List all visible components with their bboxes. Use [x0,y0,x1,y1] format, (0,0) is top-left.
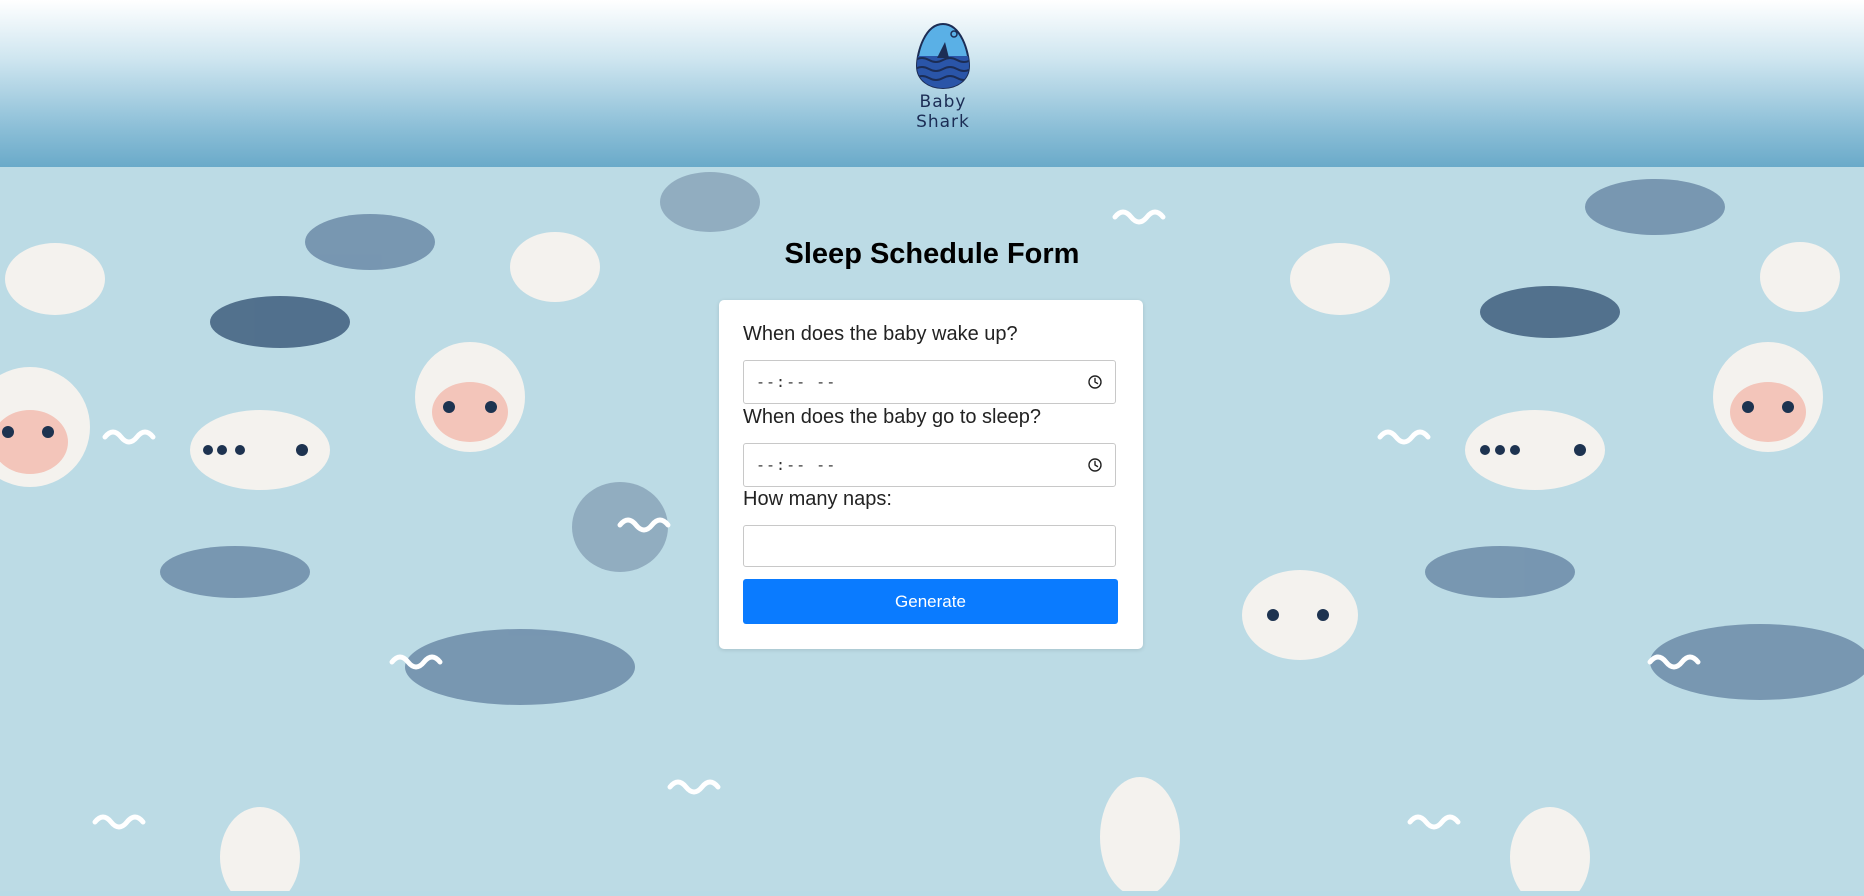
sleep-time-label: When does the baby go to sleep? [743,406,1041,428]
shark-egg-logo-icon [915,22,971,90]
naps-input[interactable] [743,525,1116,567]
sleep-schedule-form: When does the baby wake up? --:-- -- Whe… [719,300,1143,649]
sleep-time-value: --:-- -- [756,456,837,474]
wake-time-value: --:-- -- [756,373,837,391]
clock-icon[interactable] [1087,374,1103,390]
clock-icon[interactable] [1087,457,1103,473]
wake-time-label: When does the baby wake up? [743,323,1018,345]
form-title: Sleep Schedule Form [784,238,1080,270]
generate-button[interactable]: Generate [743,579,1118,624]
header: Baby Shark [0,0,1864,167]
naps-label: How many naps: [743,488,892,510]
logo-text: Baby Shark [916,92,970,132]
wake-time-input[interactable]: --:-- -- [743,360,1116,404]
sleep-time-input[interactable]: --:-- -- [743,443,1116,487]
logo[interactable]: Baby Shark [893,22,993,132]
